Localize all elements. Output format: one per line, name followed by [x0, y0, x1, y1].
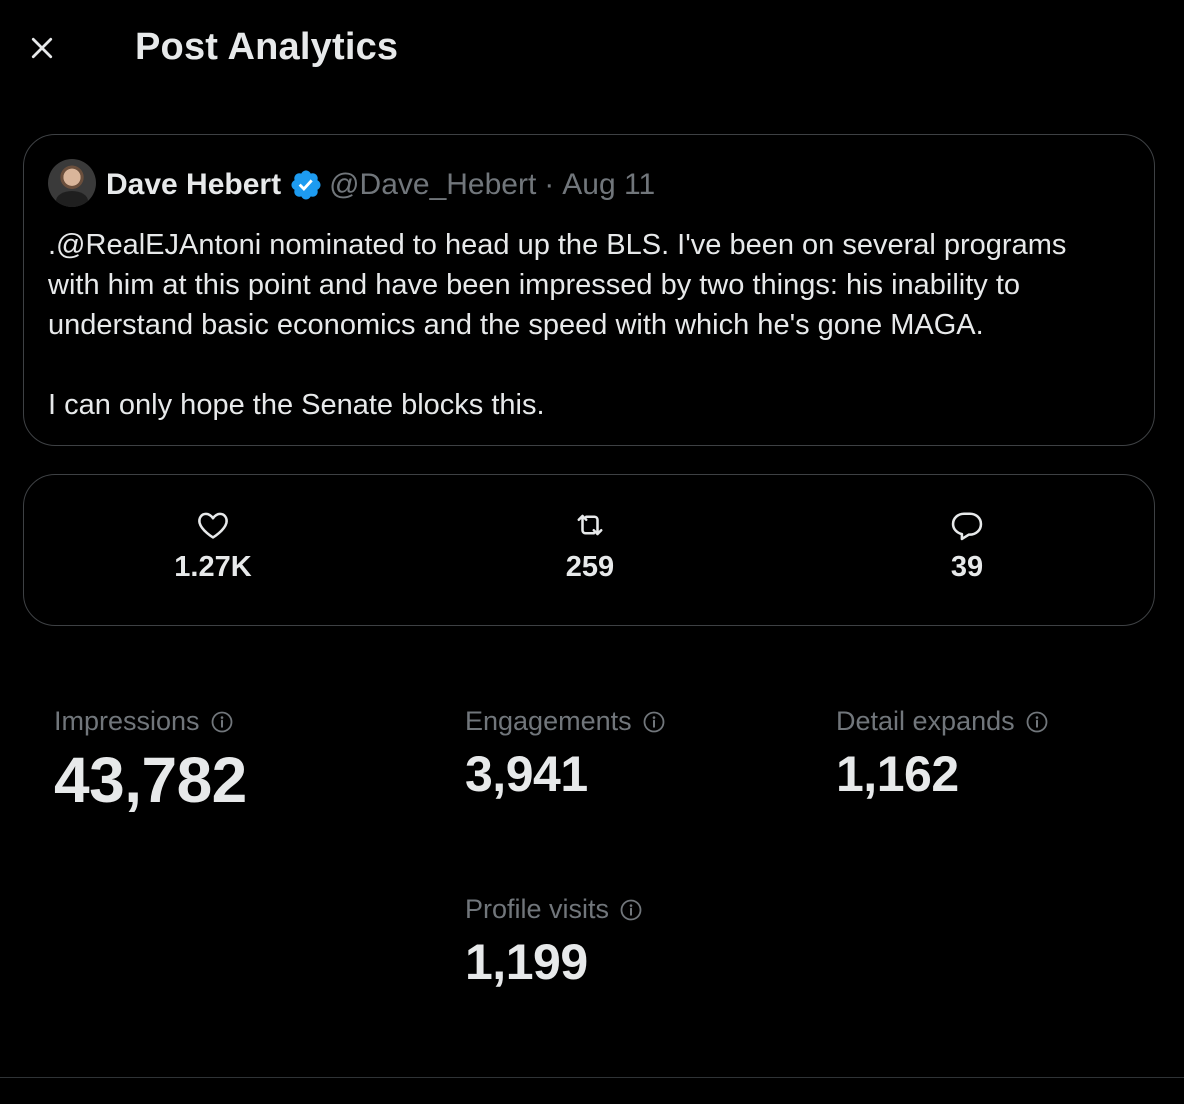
info-icon[interactable]	[1025, 710, 1049, 734]
repost-icon	[577, 514, 603, 536]
bottom-divider	[0, 1077, 1184, 1078]
info-icon[interactable]	[210, 710, 234, 734]
engagements-label-row: Engagements	[465, 706, 666, 737]
impressions-label-row: Impressions	[54, 706, 247, 737]
replies-stat: 39	[867, 507, 1067, 584]
close-icon	[31, 37, 53, 59]
close-button[interactable]	[18, 24, 66, 72]
detail-expands-label-row: Detail expands	[836, 706, 1049, 737]
reposts-stat: 259	[490, 507, 690, 584]
profile-visits-label-row: Profile visits	[465, 894, 643, 925]
post-date[interactable]: Aug 11	[562, 168, 655, 202]
impressions-metric: Impressions 43,782	[54, 706, 247, 817]
info-icon[interactable]	[642, 710, 666, 734]
post-text: .@RealEJAntoni nominated to head up the …	[48, 229, 1067, 421]
profile-visits-label: Profile visits	[465, 894, 610, 924]
reply-icon	[951, 512, 983, 541]
detail-expands-value: 1,162	[836, 746, 959, 802]
reposts-count: 259	[565, 551, 615, 583]
engagements-metric: Engagements 3,941	[465, 706, 666, 803]
heart-icon	[198, 512, 228, 539]
verified-badge-icon	[289, 168, 323, 202]
engagements-label: Engagements	[465, 706, 632, 736]
impressions-label: Impressions	[54, 706, 200, 736]
profile-visits-metric: Profile visits 1,199	[465, 894, 643, 991]
replies-count: 39	[950, 551, 984, 583]
detail-expands-metric: Detail expands 1,162	[836, 706, 1049, 803]
post-card[interactable]: Dave Hebert @Dave_Hebert · Aug 11 .@Real…	[23, 134, 1155, 446]
author-name[interactable]: Dave Hebert	[106, 168, 281, 202]
profile-visits-value: 1,199	[465, 934, 588, 990]
likes-count: 1.27K	[174, 551, 252, 583]
detail-expands-label: Detail expands	[836, 706, 1015, 736]
author-row: Dave Hebert @Dave_Hebert · Aug 11	[106, 165, 655, 205]
impressions-value: 43,782	[54, 744, 247, 816]
page-title: Post Analytics	[135, 26, 399, 68]
engagement-stats-card: 1.27K 259 39	[23, 474, 1155, 626]
likes-stat: 1.27K	[113, 507, 313, 584]
header: Post Analytics	[0, 0, 1184, 96]
avatar[interactable]	[48, 159, 96, 207]
author-handle[interactable]: @Dave_Hebert	[329, 168, 536, 202]
info-icon[interactable]	[619, 898, 643, 922]
separator-dot: ·	[544, 168, 555, 201]
engagements-value: 3,941	[465, 746, 588, 802]
